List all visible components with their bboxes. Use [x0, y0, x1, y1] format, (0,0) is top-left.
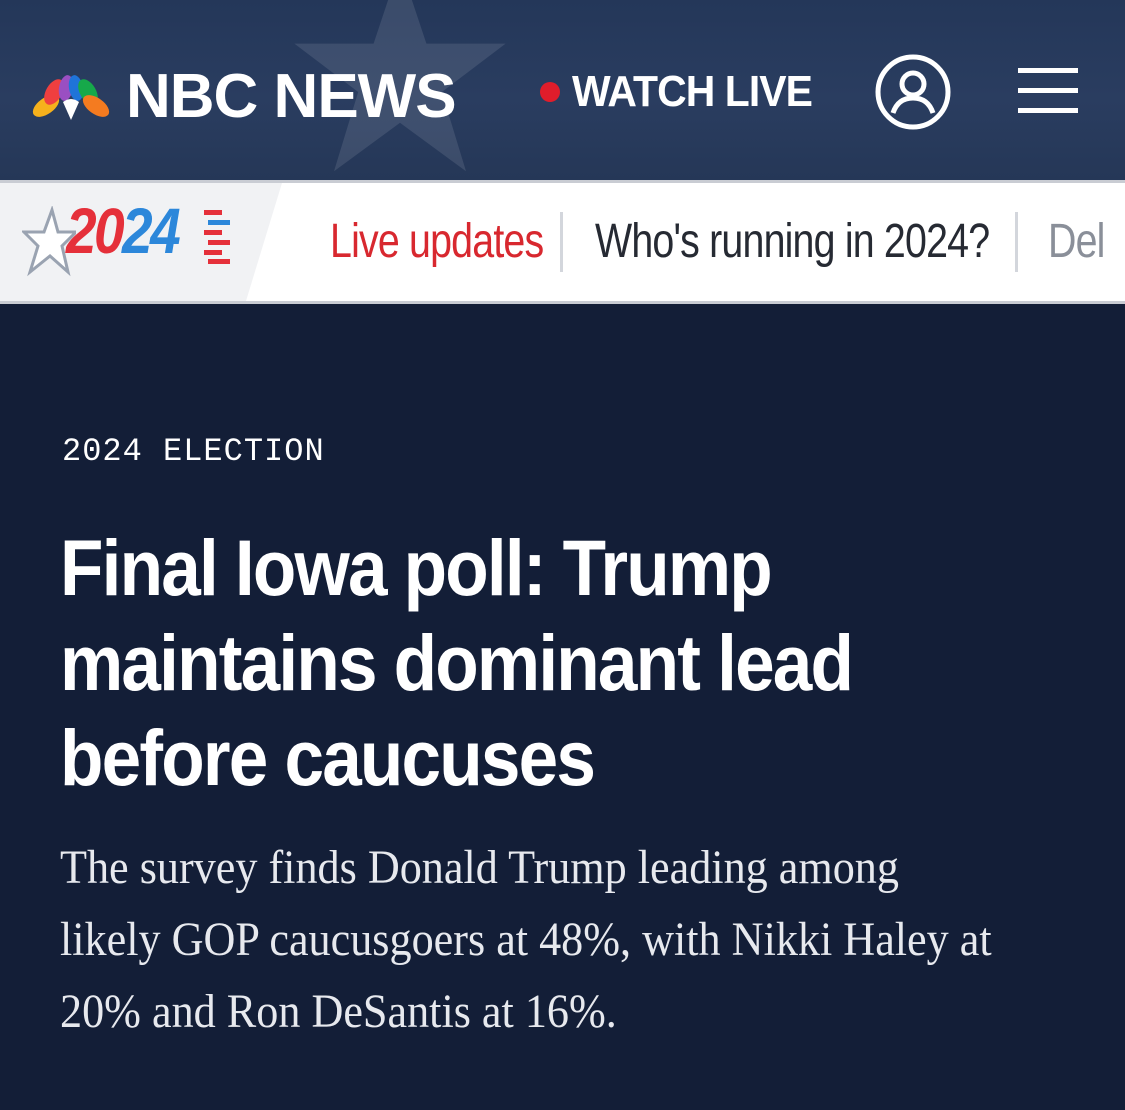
- site-header: NBC NEWS WATCH LIVE: [0, 0, 1125, 180]
- article-headline[interactable]: Final Iowa poll: Trump maintains dominan…: [60, 520, 1060, 805]
- nav-item-truncated[interactable]: Del: [1048, 218, 1114, 266]
- menu-bar: [1018, 88, 1078, 93]
- live-indicator-dot: [540, 82, 560, 102]
- watch-live-button[interactable]: WATCH LIVE: [540, 70, 830, 114]
- menu-bar: [1018, 68, 1078, 73]
- dek-line: The survey finds Donald Trump leading am…: [60, 841, 899, 894]
- nav-item-live-updates[interactable]: Live updates: [330, 218, 544, 266]
- user-account-icon[interactable]: [874, 53, 952, 131]
- brand-name: NBC NEWS: [126, 62, 457, 131]
- election-nav-items: Live updates Who's running in 2024? Del: [330, 180, 1125, 304]
- nav-divider: [1015, 212, 1018, 272]
- nav-item-whos-running[interactable]: Who's running in 2024?: [595, 218, 990, 266]
- nav-divider: [560, 212, 563, 272]
- watch-live-label: WATCH LIVE: [572, 67, 813, 116]
- headline-line: Final Iowa poll: Trump: [60, 523, 773, 612]
- dek-line: likely GOP caucusgoers at 48%, with Nikk…: [60, 913, 992, 966]
- page: NBC NEWS WATCH LIVE 2024 Live updates Wh…: [0, 0, 1125, 1110]
- election-2024-badge[interactable]: 2024: [66, 195, 181, 267]
- badge-year-red: 20: [66, 195, 125, 267]
- headline-line: before caucuses: [60, 713, 596, 802]
- article-kicker[interactable]: 2024 ELECTION: [62, 432, 325, 472]
- badge-year-blue: 24: [122, 195, 181, 267]
- menu-bar: [1018, 108, 1078, 113]
- nbc-peacock-icon: [32, 75, 110, 120]
- nbc-news-logo[interactable]: NBC NEWS: [30, 62, 457, 131]
- hamburger-menu-icon[interactable]: [1018, 66, 1080, 116]
- headline-line: maintains dominant lead: [60, 618, 854, 707]
- dek-line: 20% and Ron DeSantis at 16%.: [60, 985, 617, 1038]
- article-dek: The survey finds Donald Trump leading am…: [60, 832, 1070, 1048]
- flag-stripes-icon: [204, 210, 230, 264]
